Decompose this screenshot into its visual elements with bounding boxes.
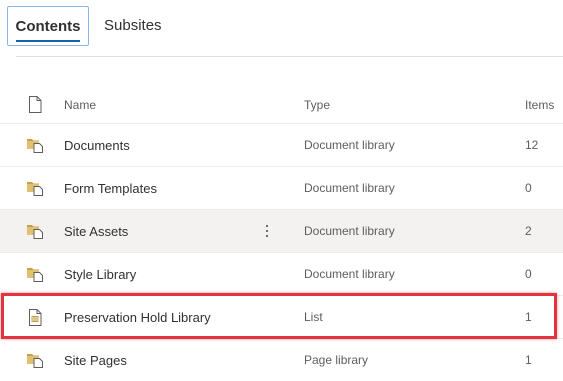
table-row[interactable]: Style Library Document library 0 bbox=[0, 253, 563, 296]
type-column-header[interactable]: Type bbox=[304, 86, 504, 123]
name-column-header[interactable]: Name bbox=[64, 86, 254, 123]
tab-divider bbox=[16, 56, 563, 57]
folder-library-icon bbox=[24, 339, 46, 381]
table-row[interactable]: Site Pages Page library 1 bbox=[0, 339, 563, 381]
tab-subsites[interactable]: Subsites bbox=[104, 6, 162, 46]
table-header-row: Name Type Items bbox=[0, 86, 563, 124]
folder-library-icon bbox=[24, 253, 46, 295]
tab-active-indicator bbox=[16, 40, 80, 42]
site-contents-page: Contents Subsites Name Type Items Docume… bbox=[0, 0, 563, 381]
row-items-count: 0 bbox=[525, 181, 532, 195]
row-name[interactable]: Form Templates bbox=[64, 167, 254, 209]
table-row[interactable]: Documents Document library 12 bbox=[0, 124, 563, 167]
row-name[interactable]: Preservation Hold Library bbox=[64, 296, 254, 338]
row-type: Page library bbox=[304, 353, 369, 367]
row-items-count: 1 bbox=[525, 310, 532, 324]
file-type-column-header[interactable] bbox=[24, 86, 46, 123]
row-type: Document library bbox=[304, 181, 395, 195]
row-type: Document library bbox=[304, 267, 395, 281]
tab-subsites-label: Subsites bbox=[104, 17, 162, 34]
folder-library-icon bbox=[24, 167, 46, 209]
row-items-count: 12 bbox=[525, 138, 539, 152]
row-name[interactable]: Site Pages bbox=[64, 339, 254, 381]
tab-contents-label: Contents bbox=[15, 18, 81, 35]
row-type: Document library bbox=[304, 138, 395, 152]
folder-library-icon bbox=[24, 124, 46, 166]
more-options-icon[interactable] bbox=[256, 210, 278, 252]
document-icon bbox=[29, 96, 42, 113]
items-column-header[interactable]: Items bbox=[525, 86, 561, 123]
contents-table: Name Type Items Documents Document libra… bbox=[0, 86, 563, 381]
tab-contents[interactable]: Contents bbox=[7, 6, 89, 46]
table-row[interactable]: Preservation Hold Library List 1 bbox=[0, 296, 563, 339]
row-items-count: 2 bbox=[525, 224, 532, 238]
table-row[interactable]: Site Assets Document library 2 bbox=[0, 210, 563, 253]
list-document-icon bbox=[24, 296, 46, 338]
row-type: List bbox=[304, 310, 323, 324]
folder-library-icon bbox=[24, 210, 46, 252]
row-name[interactable]: Site Assets bbox=[64, 210, 254, 252]
row-name[interactable]: Style Library bbox=[64, 253, 254, 295]
row-items-count: 0 bbox=[525, 267, 532, 281]
row-name[interactable]: Documents bbox=[64, 124, 254, 166]
tab-bar: Contents Subsites bbox=[0, 0, 563, 50]
row-items-count: 1 bbox=[525, 353, 532, 367]
row-type: Document library bbox=[304, 224, 395, 238]
table-row[interactable]: Form Templates Document library 0 bbox=[0, 167, 563, 210]
